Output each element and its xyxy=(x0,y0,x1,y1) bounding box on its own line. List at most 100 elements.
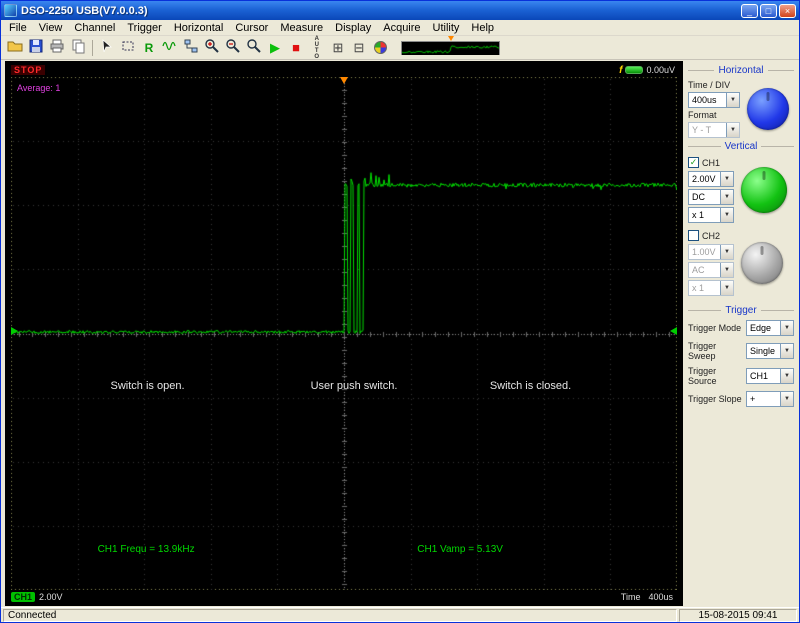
grid-button[interactable]: ⊞ xyxy=(328,38,348,58)
print-icon xyxy=(49,38,65,57)
ch1-volts-select[interactable]: 2.00V ▼ xyxy=(688,171,734,187)
preview-trigger-icon[interactable] xyxy=(447,35,454,41)
titlebar[interactable]: DSO-2250 USB(V7.0.0.3) _ □ × xyxy=(1,1,799,20)
network-icon xyxy=(183,38,199,57)
ch2-position-knob[interactable] xyxy=(741,241,783,284)
trigger-panel: Trigger Mode Edge ▼ Trigger Sweep Single… xyxy=(688,320,794,412)
menubar: File View Channel Trigger Horizontal Cur… xyxy=(1,20,799,36)
scope-grid: Average: 1 Switch is open. User push swi… xyxy=(11,77,677,590)
menu-help[interactable]: Help xyxy=(465,21,500,35)
split-grid-icon: ⊟ xyxy=(353,40,365,55)
ch1-coupling-select[interactable]: DC ▼ xyxy=(688,189,734,205)
channel-badge: CH1 2.00V xyxy=(11,592,63,602)
channel-level-marker-right-icon[interactable] xyxy=(670,326,677,335)
run-icon: ▶ xyxy=(270,40,280,55)
menu-horizontal[interactable]: Horizontal xyxy=(168,21,230,35)
minimize-button[interactable]: _ xyxy=(741,3,758,18)
voltage-readout: 0.00uV xyxy=(646,65,675,75)
chevron-down-icon: ▼ xyxy=(720,190,733,204)
average-label: Average: 1 xyxy=(17,83,61,93)
horizontal-knob[interactable] xyxy=(747,88,789,130)
auto-setup-button[interactable]: AUTO xyxy=(307,36,327,60)
close-button[interactable]: × xyxy=(779,3,796,18)
timebase-badge: Time 400us xyxy=(621,592,677,602)
scope-bottom-bar: CH1 2.00V Time 400us xyxy=(11,590,677,604)
main-area: STOP f 0.00uV Average: 1 Switch is open.… xyxy=(1,60,799,607)
trigger-panel-title: Trigger xyxy=(688,305,794,316)
trigger-mode-row: Trigger Mode Edge ▼ xyxy=(688,320,794,336)
palette-button[interactable] xyxy=(370,38,390,58)
menu-cursor[interactable]: Cursor xyxy=(229,21,274,35)
ch1-probe-select[interactable]: x 1 ▼ xyxy=(688,207,734,223)
maximize-button[interactable]: □ xyxy=(760,3,777,18)
app-window: DSO-2250 USB(V7.0.0.3) _ □ × File View C… xyxy=(0,0,800,623)
trigger-mode-select[interactable]: Edge ▼ xyxy=(746,320,794,336)
preview-canvas xyxy=(402,42,499,55)
cursor-icon xyxy=(99,38,115,57)
ch1-position-knob[interactable] xyxy=(741,166,787,213)
trigger-sweep-select[interactable]: Single ▼ xyxy=(746,343,794,359)
network-button[interactable] xyxy=(181,38,201,58)
time-div-label: Time / DIV xyxy=(688,80,731,90)
ch2-checkbox[interactable] xyxy=(688,230,699,241)
trigger-source-row: Trigger Source CH1 ▼ xyxy=(688,366,794,386)
menu-file[interactable]: File xyxy=(3,21,33,35)
menu-utility[interactable]: Utility xyxy=(427,21,466,35)
zoom-in-icon xyxy=(204,38,220,57)
menu-acquire[interactable]: Acquire xyxy=(377,21,426,35)
run-button[interactable]: ▶ xyxy=(265,38,285,58)
print-button[interactable] xyxy=(47,38,67,58)
time-div-select[interactable]: 400us ▼ xyxy=(688,92,740,108)
trigger-source-select[interactable]: CH1 ▼ xyxy=(746,368,794,384)
toolbar: R ▶ ■ AUTO ⊞ ⊟ xyxy=(1,35,799,60)
channel-badge-name: CH1 xyxy=(11,592,36,602)
zoom-out-button[interactable] xyxy=(223,38,243,58)
cursor-button[interactable] xyxy=(97,38,117,58)
open-button[interactable] xyxy=(5,38,25,58)
menu-measure[interactable]: Measure xyxy=(274,21,329,35)
ch2-probe-select[interactable]: x 1 ▼ xyxy=(688,280,734,296)
zoom-window-button[interactable] xyxy=(244,38,264,58)
scope-top-bar: STOP f 0.00uV xyxy=(11,63,677,77)
menu-view[interactable]: View xyxy=(33,21,69,35)
refresh-button[interactable]: R xyxy=(139,38,159,58)
ch2-coupling-select[interactable]: AC ▼ xyxy=(688,262,734,278)
trigger-slope-select[interactable]: + ▼ xyxy=(746,391,794,407)
horizontal-panel-title: Horizontal xyxy=(688,65,794,76)
channel-level-marker-left-icon[interactable] xyxy=(11,326,18,335)
select-region-button[interactable] xyxy=(118,38,138,58)
frequency-icon: f xyxy=(619,64,623,76)
horizontal-panel: Time / DIV 400us ▼ Format Y - T ▼ xyxy=(688,80,794,138)
menu-display[interactable]: Display xyxy=(329,21,377,35)
waveform-button[interactable] xyxy=(160,38,180,58)
annotation-switch-open: Switch is open. xyxy=(110,379,185,392)
select-region-icon xyxy=(120,38,136,57)
waveform-preview[interactable] xyxy=(401,35,500,55)
grid-icon: ⊞ xyxy=(332,40,344,55)
toolbar-separator xyxy=(92,39,93,56)
ch2-label: CH2 xyxy=(702,230,721,241)
zoom-window-icon xyxy=(246,38,262,57)
chevron-down-icon: ▼ xyxy=(720,263,733,277)
format-select[interactable]: Y - T ▼ xyxy=(688,122,740,138)
chevron-down-icon: ▼ xyxy=(726,123,739,137)
ch1-checkbox[interactable]: ✓ xyxy=(688,157,699,168)
connection-status: Connected xyxy=(3,608,677,622)
stop-button[interactable]: ■ xyxy=(286,38,306,58)
datetime-status: 15-08-2015 09:41 xyxy=(679,608,797,622)
ch2-volts-select[interactable]: 1.00V ▼ xyxy=(688,244,734,260)
waveform-icon xyxy=(162,38,178,57)
chevron-down-icon: ▼ xyxy=(726,93,739,107)
zoom-in-button[interactable] xyxy=(202,38,222,58)
chevron-down-icon: ▼ xyxy=(780,321,793,335)
menu-channel[interactable]: Channel xyxy=(68,21,121,35)
save-button[interactable] xyxy=(26,38,46,58)
split-grid-button[interactable]: ⊟ xyxy=(349,38,369,58)
trigger-position-marker-icon[interactable] xyxy=(340,77,348,84)
trigger-slope-row: Trigger Slope + ▼ xyxy=(688,391,794,407)
menu-trigger[interactable]: Trigger xyxy=(121,21,167,35)
measurement-vamp: CH1 Vamp = 5.13V xyxy=(417,543,503,555)
chevron-down-icon: ▼ xyxy=(720,281,733,295)
copy-button[interactable] xyxy=(68,38,88,58)
trigger-level-readout: f 0.00uV xyxy=(619,65,675,76)
